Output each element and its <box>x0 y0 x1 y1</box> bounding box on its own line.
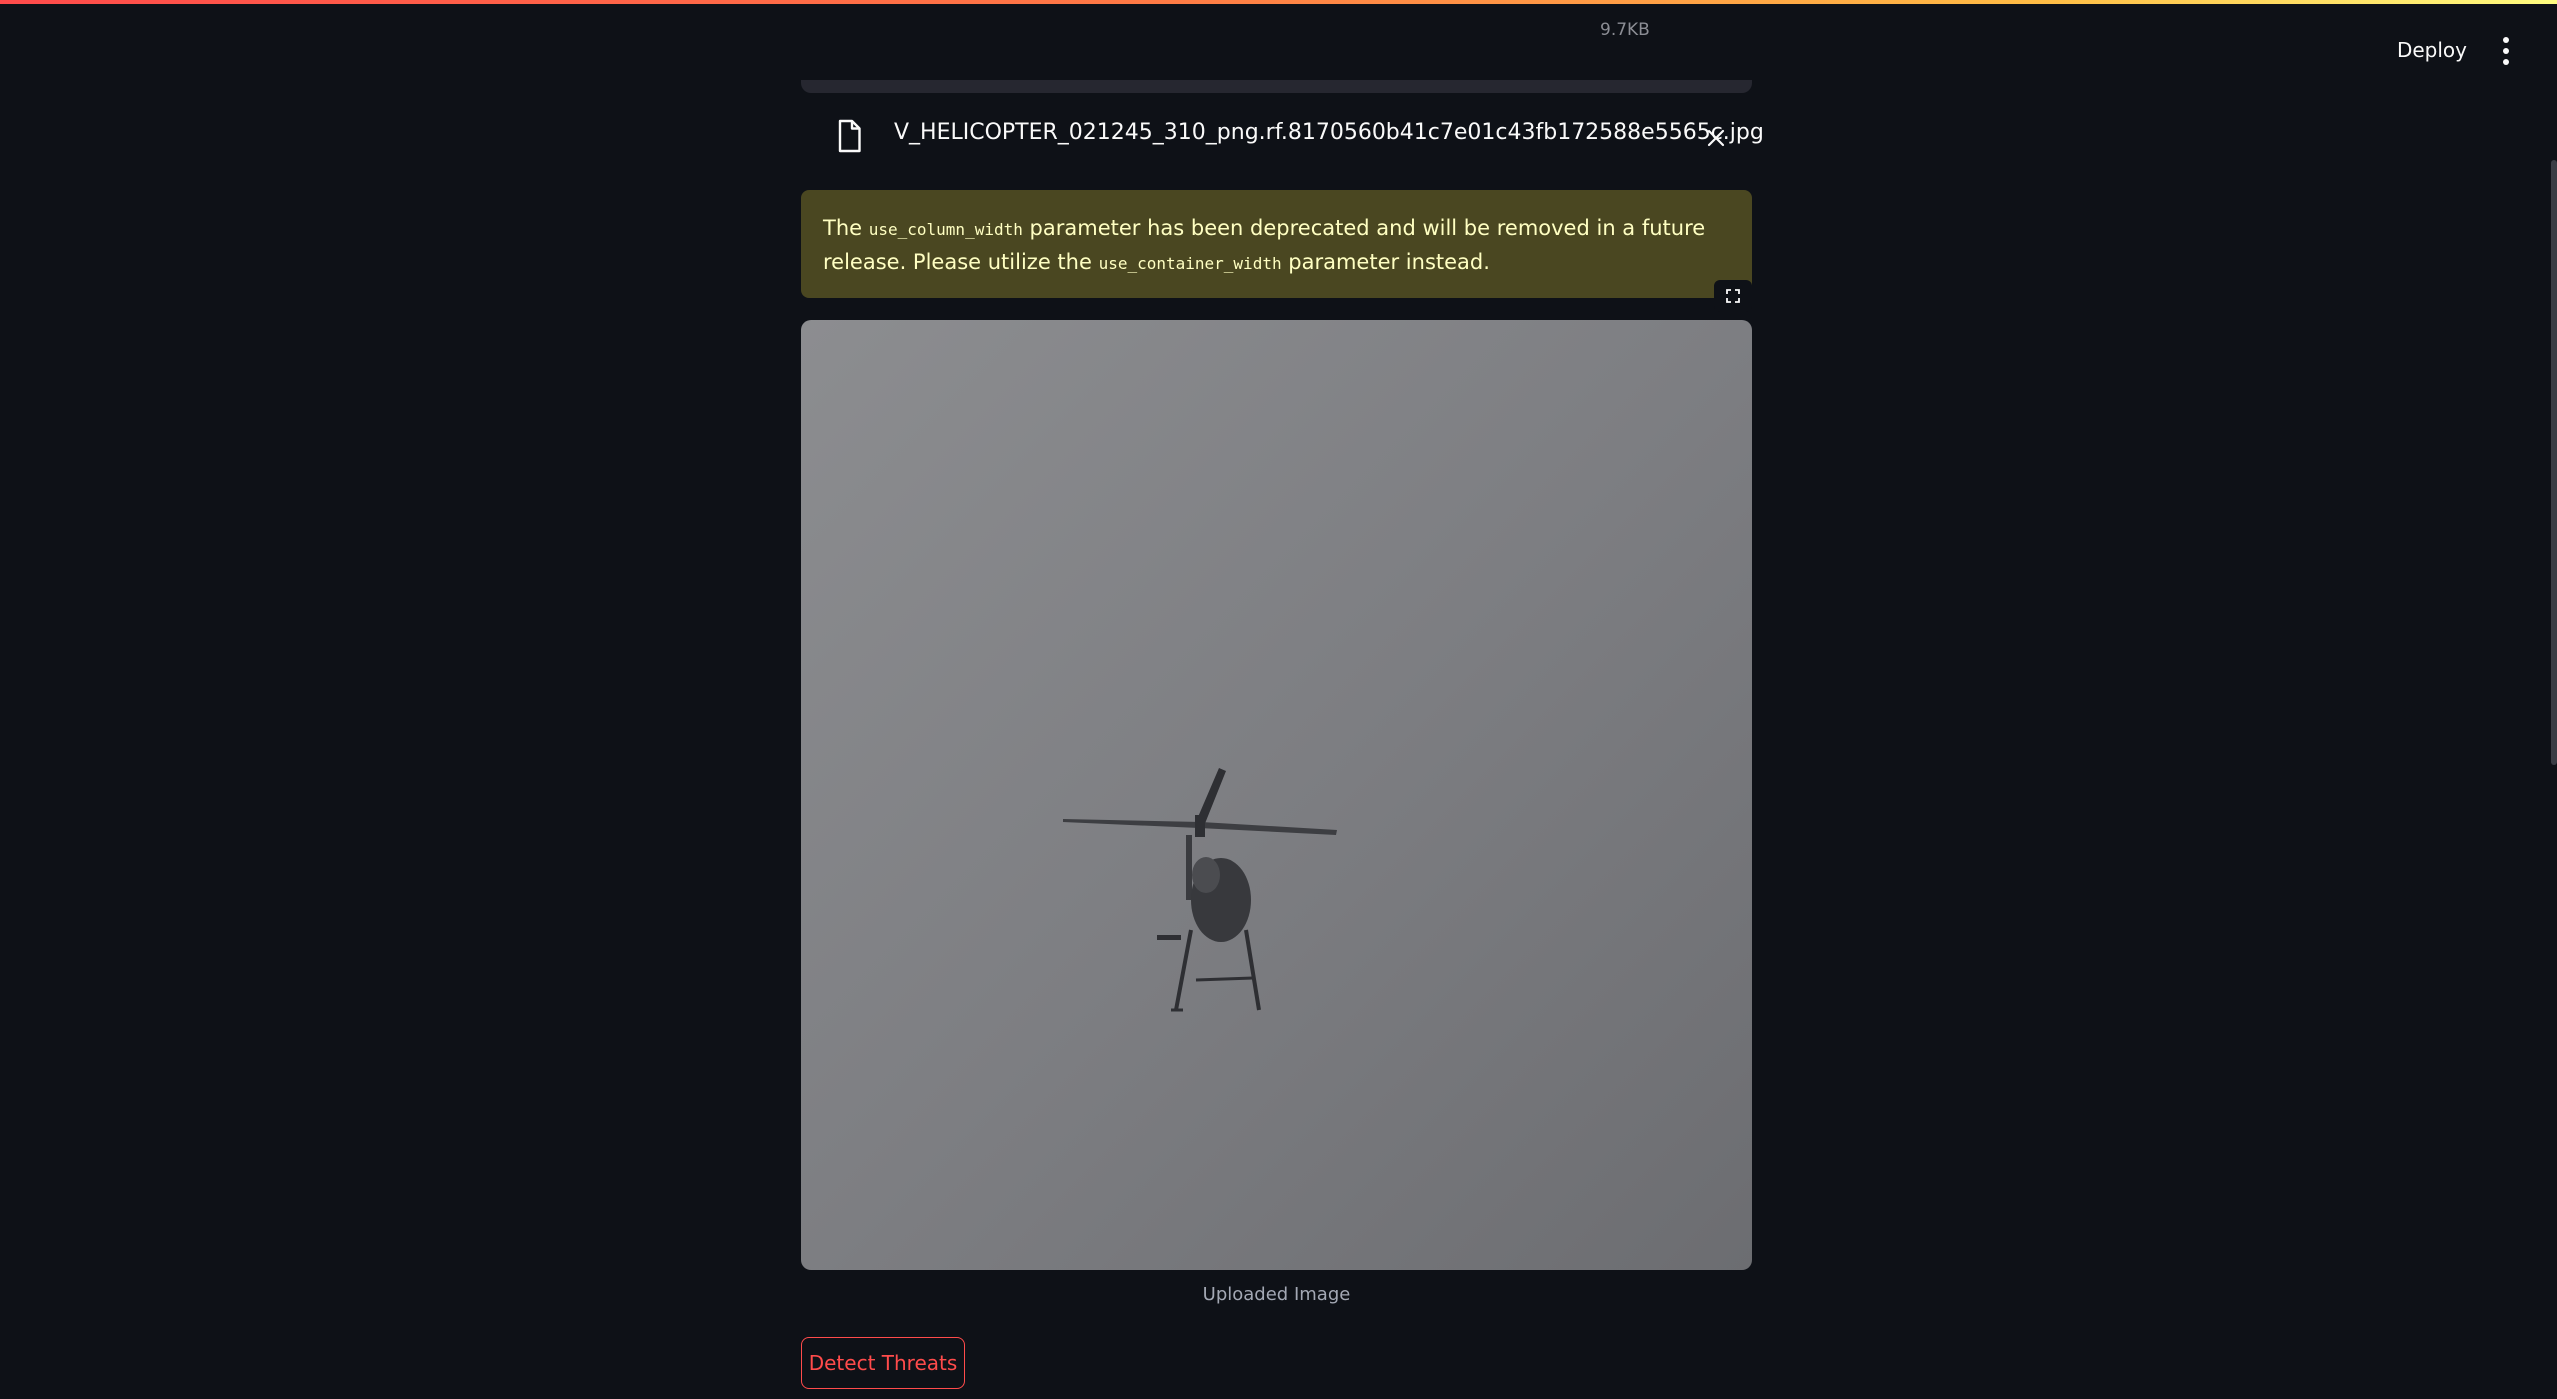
warning-code: use_container_width <box>1098 254 1282 273</box>
vertical-ellipsis-icon[interactable] <box>2493 34 2519 68</box>
file-icon <box>838 119 861 153</box>
page-scrollbar[interactable] <box>2551 160 2557 765</box>
remove-file-button[interactable] <box>1694 116 1738 160</box>
fullscreen-icon <box>1726 289 1740 303</box>
detect-threats-button[interactable]: Detect Threats <box>801 1337 965 1389</box>
uploaded-file-size: 9.7KB <box>1600 20 1650 40</box>
warning-text: The <box>823 216 869 240</box>
fullscreen-button[interactable] <box>1714 280 1752 312</box>
helicopter-photo <box>801 320 1752 1270</box>
file-uploader-dropzone[interactable] <box>801 80 1752 93</box>
uploaded-image <box>801 320 1752 1270</box>
close-icon <box>1707 129 1725 147</box>
warning-code: use_column_width <box>868 220 1023 239</box>
uploaded-file-name: V_HELICOPTER_021245_310_png.rf.8170560b4… <box>894 120 1764 145</box>
deprecation-warning: The use_column_width parameter has been … <box>801 190 1752 298</box>
uploaded-file-row: V_HELICOPTER_021245_310_png.rf.8170560b4… <box>801 104 1764 166</box>
deploy-button[interactable]: Deploy <box>2389 34 2475 66</box>
image-caption: Uploaded Image <box>1202 1284 1351 1305</box>
warning-text: parameter instead. <box>1281 250 1490 274</box>
